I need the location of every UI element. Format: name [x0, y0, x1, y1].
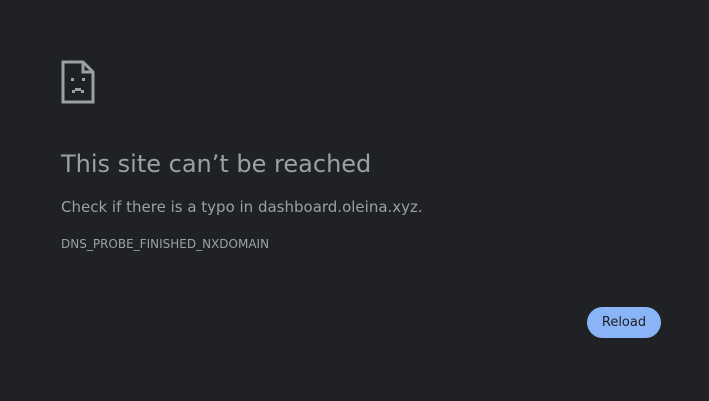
- error-title: This site can’t be reached: [61, 150, 372, 178]
- error-content: This site can’t be reached Check if ther…: [61, 60, 661, 251]
- sad-document-icon: [61, 60, 95, 104]
- reload-button[interactable]: Reload: [587, 307, 661, 338]
- error-message: Check if there is a typo in dashboard.ol…: [61, 198, 423, 216]
- error-code: DNS_PROBE_FINISHED_NXDOMAIN: [61, 237, 270, 251]
